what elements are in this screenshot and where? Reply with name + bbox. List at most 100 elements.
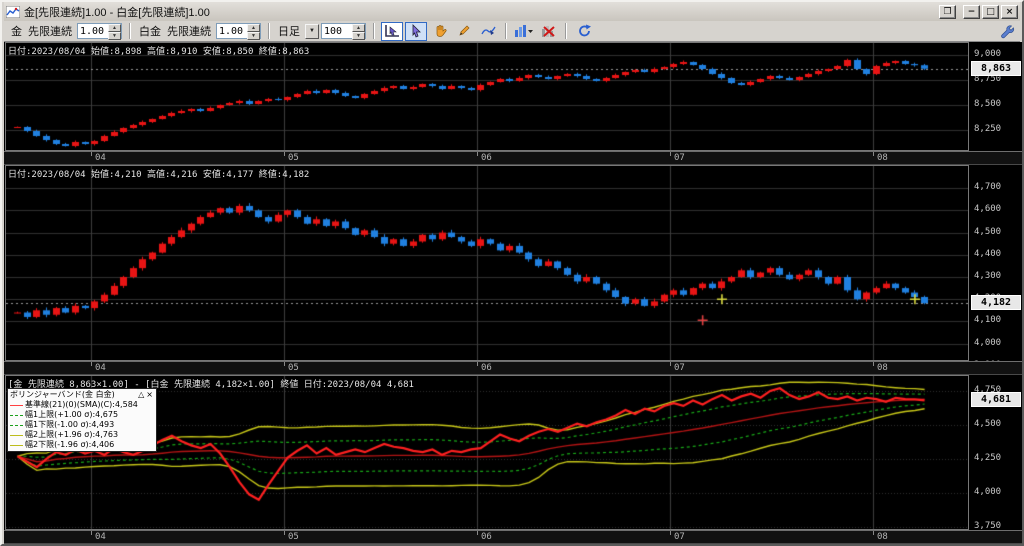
gold-chart-canvas[interactable] — [5, 42, 969, 151]
legend-item-label: 幅1上限(+1.00 σ):4,675 — [25, 410, 119, 419]
axis-tick — [873, 152, 874, 156]
toolbar: 金 先限連続 ▲ ▼ 白金 先限連続 ▲ ▼ 日足 ▼ ▲ ▼ — [4, 21, 1020, 42]
chevron-down-icon[interactable]: ▼ — [305, 23, 319, 39]
window-controls: ❐ − □ × — [939, 4, 1018, 19]
bar-chart-icon — [515, 25, 533, 37]
pan-hand-button[interactable] — [429, 22, 451, 41]
select-cursor-button[interactable] — [405, 21, 427, 41]
draw-curve-button[interactable] — [477, 22, 499, 41]
platinum-panel: 日付:2023/08/04 始値:4,210 高値:4,216 安値:4,177… — [4, 165, 1022, 375]
close-button[interactable]: × — [1001, 4, 1018, 19]
gold-symbol-label: 金 — [11, 26, 22, 38]
settings-wrench-icon[interactable] — [998, 23, 1016, 41]
chart-cursor-button[interactable] — [381, 21, 403, 41]
gold-contract-label: 先限連続 — [28, 26, 72, 38]
x-axis-month-label: 08 — [877, 532, 888, 542]
pan-hand-icon — [436, 25, 447, 37]
spin-down-icon[interactable]: ▼ — [247, 32, 260, 40]
spin-up-icon[interactable]: ▲ — [247, 24, 260, 32]
gold-price-axis[interactable]: 9,000 8,750 8,500 8,250 8,863 — [970, 42, 1022, 165]
spin-down-icon[interactable]: ▼ — [108, 32, 121, 40]
bar-count-input[interactable] — [322, 24, 352, 38]
legend-item: 幅2上限(+1.96 σ):4,763 — [10, 430, 154, 440]
current-price-label: 4,681 — [972, 393, 1020, 406]
draw-pencil-button[interactable] — [453, 22, 475, 41]
chart-type-button[interactable] — [513, 22, 535, 41]
axis-tick — [91, 152, 92, 156]
x-axis-month-label: 06 — [481, 363, 492, 373]
legend-title: ボリンジャーバンド(金 白金) — [10, 390, 115, 399]
x-axis-month-label: 06 — [481, 532, 492, 542]
spread-time-axis[interactable]: 04 05 06 07 08 — [4, 530, 1022, 544]
axis-tick — [670, 531, 671, 535]
y-axis-label: 4,100 — [974, 315, 1002, 326]
title-bar[interactable]: 金[先限連続]1.00 - 白金[先限連続]1.00 ❐ − □ × — [4, 2, 1020, 21]
legend-item-label: 幅2上限(+1.96 σ):4,763 — [25, 430, 119, 439]
y-axis-label: 4,700 — [974, 182, 1002, 193]
x-axis-month-label: 05 — [288, 532, 299, 542]
bar-count-spinner[interactable]: ▲ ▼ — [321, 23, 366, 40]
spread-price-axis[interactable]: 4,7504,5004,2504,0003,7503,5004,681 — [970, 375, 1022, 544]
x-axis-month-label: 04 — [95, 532, 106, 542]
platinum-time-axis[interactable]: 04 05 06 07 08 — [4, 361, 1022, 375]
x-axis-month-label: 07 — [674, 153, 685, 163]
gold-ratio-spinner[interactable]: ▲ ▼ — [77, 23, 122, 40]
float-window-button[interactable]: ❐ — [939, 4, 956, 19]
y-axis-label: 4,500 — [974, 226, 1002, 237]
platinum-chart-canvas[interactable] — [5, 165, 969, 361]
legend-item: 幅2下限(-1.96 σ):4,406 — [10, 440, 154, 450]
axis-tick — [670, 362, 671, 366]
legend-item: 基準線(21)(0)(SMA)(C):4,584 — [10, 400, 154, 410]
gold-ratio-input[interactable] — [78, 24, 108, 38]
x-axis-month-label: 07 — [674, 363, 685, 373]
platinum-ratio-spinner[interactable]: ▲ ▼ — [216, 23, 261, 40]
gold-panel: 日付:2023/08/04 始値:8,898 高値:8,910 安値:8,850… — [4, 42, 1022, 165]
refresh-button[interactable] — [573, 22, 595, 41]
platinum-ohlc-readout: 日付:2023/08/04 始値:4,210 高値:4,216 安値:4,177… — [8, 170, 310, 180]
pencil-icon — [459, 25, 470, 36]
minimize-button[interactable]: − — [963, 4, 980, 19]
toolbar-separator — [373, 23, 375, 39]
spin-up-icon[interactable]: ▲ — [352, 24, 365, 32]
legend-line-swatch — [10, 424, 23, 426]
x-axis-month-label: 05 — [288, 363, 299, 373]
y-axis-label: 8,500 — [974, 99, 1002, 109]
legend-item-label: 幅1下限(-1.00 σ):4,493 — [25, 420, 115, 429]
platinum-price-axis[interactable]: 4,7004,6004,5004,4004,3004,2004,1004,000… — [970, 165, 1022, 375]
maximize-button[interactable]: □ — [982, 4, 999, 19]
legend-item-label: 基準線(21)(0)(SMA)(C):4,584 — [25, 400, 138, 409]
y-axis-label: 4,300 — [974, 271, 1002, 281]
current-price-label: 4,182 — [972, 296, 1020, 309]
axis-tick — [284, 362, 285, 366]
window-title: 金[先限連続]1.00 - 白金[先限連続]1.00 — [24, 6, 210, 19]
axis-tick — [670, 152, 671, 156]
x-axis-month-label: 05 — [288, 153, 299, 163]
axis-tick — [91, 531, 92, 535]
legend-line-swatch — [10, 404, 23, 406]
x-axis-month-label: 07 — [674, 532, 685, 542]
gold-time-axis[interactable]: 04 05 06 07 08 — [4, 151, 1022, 165]
clear-indicators-button[interactable] — [537, 22, 559, 41]
refresh-icon — [578, 24, 591, 37]
legend-close-icon[interactable]: × — [145, 390, 154, 400]
bar-count-spin-buttons[interactable]: ▲ ▼ — [352, 24, 365, 40]
gold-ratio-spin-buttons[interactable]: ▲ ▼ — [108, 24, 121, 40]
platinum-contract-label: 先限連続 — [167, 26, 211, 38]
platinum-ratio-input[interactable] — [217, 24, 247, 38]
spin-up-icon[interactable]: ▲ — [108, 24, 121, 32]
period-select-label[interactable]: 日足 — [278, 23, 300, 39]
gold-ohlc-readout: 日付:2023/08/04 始値:8,898 高値:8,910 安値:8,850… — [8, 47, 310, 57]
indicator-legend: ボリンジャーバンド(金 白金) △ × 基準線(21)(0)(SMA)(C):4… — [7, 388, 157, 452]
select-cursor-icon — [412, 24, 421, 38]
y-axis-label: 9,000 — [974, 49, 1002, 59]
x-axis-month-label: 06 — [481, 153, 492, 163]
app-window: 金[先限連続]1.00 - 白金[先限連続]1.00 ❐ − □ × 金 先限連… — [0, 0, 1024, 546]
app-chart-icon — [6, 5, 20, 18]
x-axis-month-label: 08 — [877, 153, 888, 163]
legend-collapse-icon[interactable]: △ — [137, 390, 145, 400]
y-axis-label: 4,250 — [974, 452, 1002, 463]
y-axis-label: 8,750 — [974, 74, 1002, 84]
platinum-ratio-spin-buttons[interactable]: ▲ ▼ — [247, 24, 260, 40]
spin-down-icon[interactable]: ▼ — [352, 32, 365, 40]
y-axis-label: 8,250 — [974, 124, 1002, 134]
